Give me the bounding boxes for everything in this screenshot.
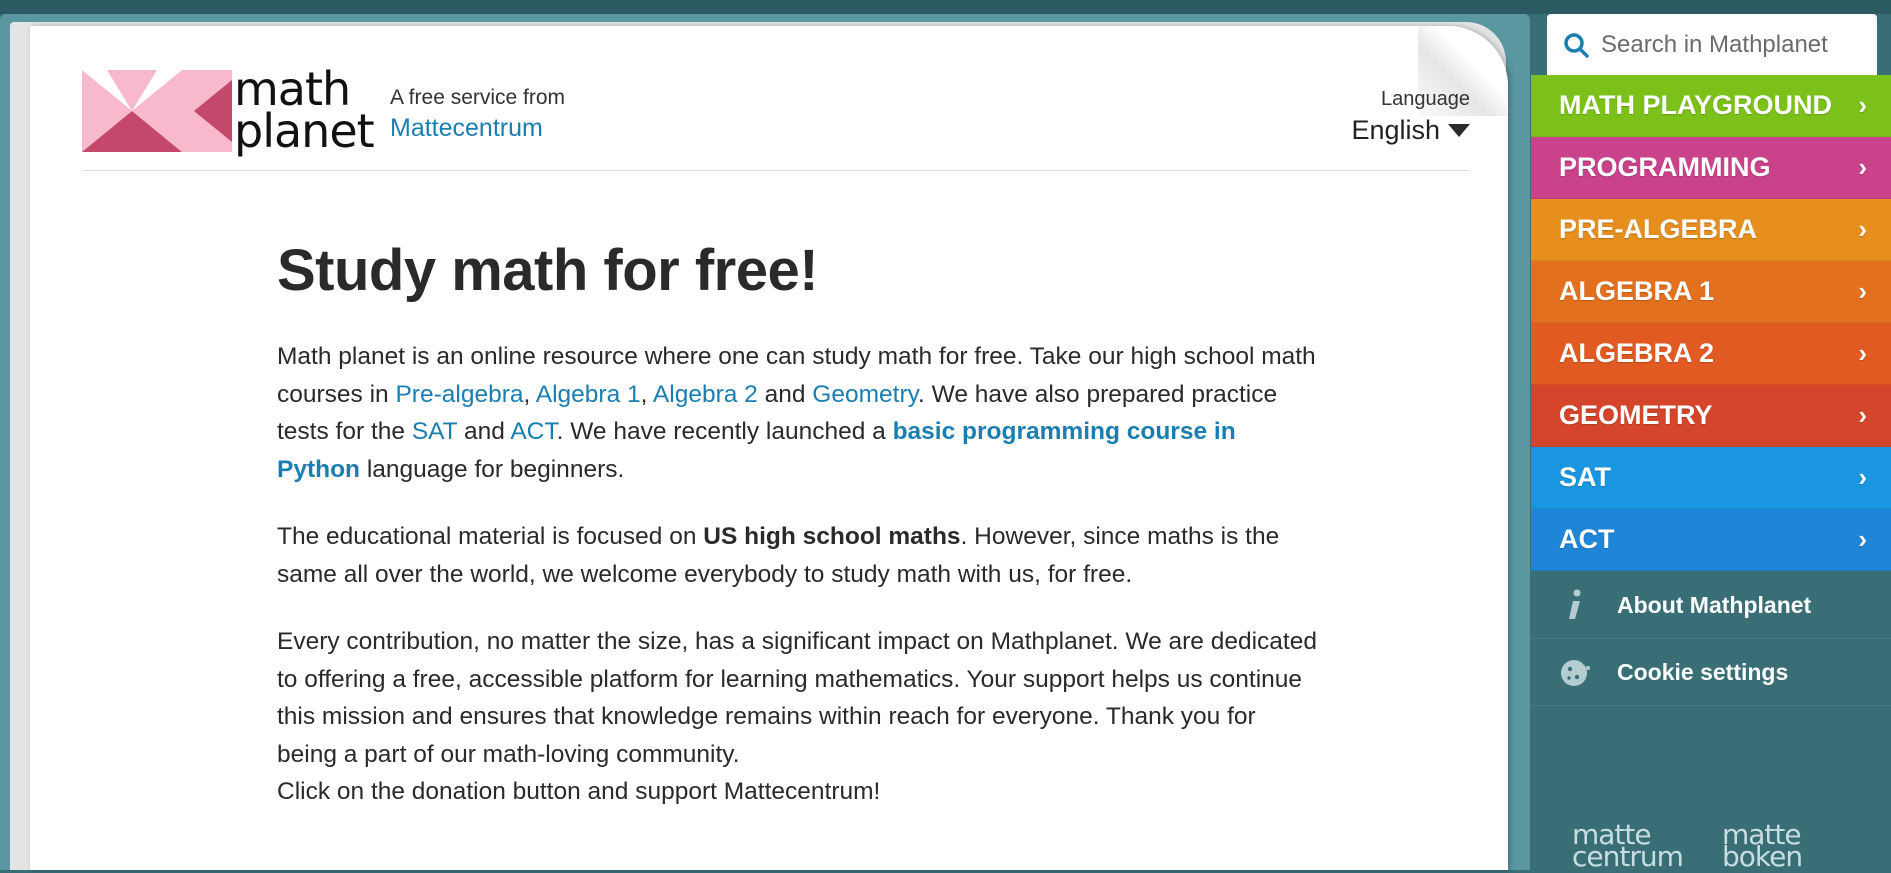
brand-line-2: centrum	[1572, 840, 1684, 873]
menu-item-sat[interactable]: SAT ›	[1531, 447, 1891, 509]
menu-item-act[interactable]: ACT ›	[1531, 509, 1891, 571]
emphasis-text: US high school maths	[703, 523, 961, 550]
mattecentrum-link[interactable]: Mattecentrum	[390, 114, 565, 143]
menu-item-label: GEOMETRY	[1559, 400, 1713, 430]
mattecentrum-brand[interactable]: matte centrum	[1572, 821, 1684, 873]
cookie-settings-link[interactable]: Cookie settings	[1531, 639, 1891, 706]
about-label: About Mathplanet	[1617, 591, 1812, 618]
language-label: Language	[1381, 88, 1470, 110]
header-divider	[82, 170, 1470, 171]
brand-line-2: boken	[1722, 840, 1803, 873]
logo-mark-icon	[82, 70, 232, 152]
chevron-right-icon: ›	[1858, 524, 1867, 554]
language-selector: Language English	[1351, 88, 1470, 146]
chevron-right-icon: ›	[1858, 276, 1867, 306]
menu-item-label: PROGRAMMING	[1559, 152, 1771, 182]
algebra-2-link[interactable]: Algebra 2	[653, 381, 758, 408]
geometry-link[interactable]: Geometry	[812, 381, 918, 408]
cookie-icon	[1545, 656, 1605, 688]
menu-item-algebra-1[interactable]: ALGEBRA 1 ›	[1531, 261, 1891, 323]
menu-item-label: ALGEBRA 2	[1559, 338, 1715, 368]
chevron-right-icon: ›	[1858, 152, 1867, 182]
intro-paragraph: Math planet is an online resource where …	[277, 338, 1317, 488]
info-icon	[1545, 588, 1605, 622]
menu-item-label: ALGEBRA 1	[1559, 276, 1715, 306]
menu-item-geometry[interactable]: GEOMETRY ›	[1531, 385, 1891, 447]
chevron-right-icon: ›	[1858, 214, 1867, 244]
chevron-right-icon: ›	[1858, 400, 1867, 430]
page-title: Study math for free!	[277, 238, 819, 303]
menu-item-math-playground[interactable]: MATH PLAYGROUND ›	[1531, 75, 1891, 137]
text-span: ,	[523, 380, 536, 408]
main-content: Study math for free! Math planet is an o…	[277, 238, 1317, 811]
act-link[interactable]: ACT	[510, 418, 556, 445]
text-span: ,	[640, 380, 653, 408]
top-bar	[0, 0, 1891, 14]
sat-link[interactable]: SAT	[412, 418, 457, 445]
language-dropdown[interactable]: English	[1351, 115, 1470, 146]
search-input[interactable]	[1599, 29, 1873, 60]
text-span: . We have recently launched a	[556, 418, 893, 445]
menu-item-label: SAT	[1559, 462, 1611, 492]
language-value: English	[1351, 115, 1440, 145]
search-icon	[1564, 32, 1589, 58]
mathplanet-logo[interactable]: math planet	[82, 66, 382, 158]
chevron-right-icon: ›	[1858, 90, 1867, 120]
content-page: math planet A free service from Mattecen…	[30, 26, 1508, 870]
caret-down-icon	[1448, 124, 1470, 137]
donation-paragraph: Click on the donation button and support…	[277, 778, 881, 805]
text-span: and	[757, 380, 813, 408]
menu-item-label: ACT	[1559, 524, 1615, 554]
chevron-right-icon: ›	[1858, 462, 1867, 492]
menu-item-pre-algebra[interactable]: PRE-ALGEBRA ›	[1531, 199, 1891, 261]
logo-wordmark: math planet	[234, 66, 375, 158]
algebra-1-link[interactable]: Algebra 1	[536, 381, 641, 408]
focus-paragraph: The educational material is focused on U…	[277, 518, 1317, 593]
provider-label: A free service from	[390, 86, 566, 109]
about-mathplanet-link[interactable]: About Mathplanet	[1531, 572, 1891, 639]
search-box[interactable]	[1547, 14, 1877, 75]
matteboken-brand[interactable]: matte boken	[1722, 821, 1803, 873]
pre-algebra-link[interactable]: Pre-algebra	[395, 381, 523, 408]
menu-item-programming[interactable]: PROGRAMMING ›	[1531, 137, 1891, 199]
logo-line-2: planet	[234, 104, 375, 158]
cookies-label: Cookie settings	[1617, 658, 1789, 685]
text-span: language for beginners.	[360, 455, 625, 483]
provider-info: A free service from Mattecentrum	[390, 86, 565, 143]
menu-item-label: MATH PLAYGROUND	[1559, 90, 1833, 120]
text-span: The educational material is focused on	[277, 523, 704, 550]
menu-item-algebra-2[interactable]: ALGEBRA 2 ›	[1531, 323, 1891, 385]
subject-menu: MATH PLAYGROUND › PROGRAMMING › PRE-ALGEBR…	[1531, 75, 1891, 571]
chevron-right-icon: ›	[1858, 338, 1867, 368]
contribution-paragraph: Every contribution, no matter the size, …	[277, 628, 1317, 768]
text-span: and	[457, 418, 511, 445]
menu-item-label: PRE-ALGEBRA	[1559, 214, 1758, 244]
